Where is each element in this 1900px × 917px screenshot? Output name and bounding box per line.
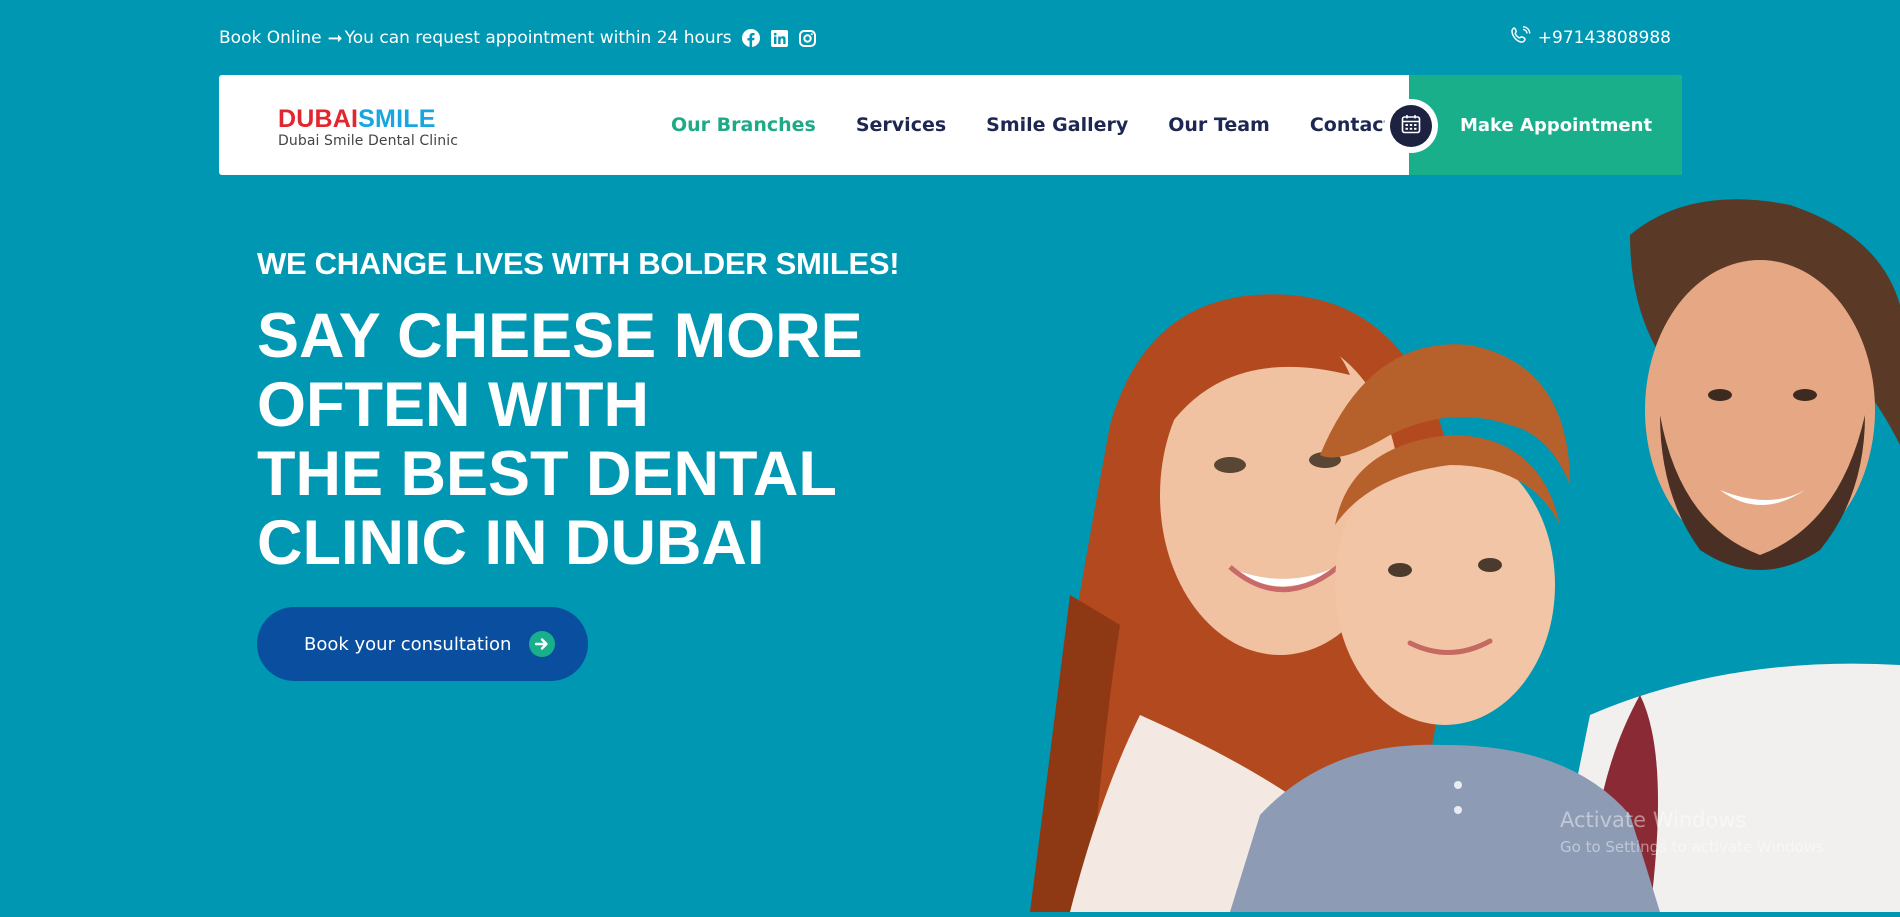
hero-headline-line: SAY CHEESE MORE (257, 301, 863, 371)
logo-subtitle: Dubai Smile Dental Clinic (278, 133, 459, 149)
book-consultation-label: Book your consultation (304, 633, 512, 655)
site-logo[interactable]: DUBAISMILE Dubai Smile Dental Clinic (278, 107, 459, 150)
windows-activation-watermark: Activate Windows Go to Settings to activ… (1560, 808, 1829, 856)
hero-headline-line: THE BEST DENTAL (257, 439, 837, 509)
appointment-request-text: You can request appointment within 24 ho… (344, 28, 732, 48)
make-appointment-button[interactable]: Make Appointment (1409, 75, 1682, 175)
phone-contact[interactable]: +97143808988 (1510, 25, 1671, 51)
appointment-badge[interactable] (1384, 99, 1438, 153)
watermark-line-1: Activate Windows (1560, 808, 1747, 832)
instagram-icon[interactable] (798, 29, 817, 48)
hero-family-photo (1030, 195, 1900, 912)
nav-item-our-branches[interactable]: Our Branches (671, 114, 816, 136)
nav-item-smile-gallery[interactable]: Smile Gallery (986, 114, 1128, 136)
top-bar: Book Online ➞ You can request appointmen… (219, 22, 1671, 54)
book-consultation-button[interactable]: Book your consultation (257, 607, 588, 681)
make-appointment-label: Make Appointment (1460, 114, 1653, 136)
logo-wordmark: DUBAISMILE (278, 107, 458, 132)
hero-headline: SAY CHEESE MORE OFTEN WITH THE BEST DENT… (257, 302, 877, 578)
phone-icon (1510, 25, 1532, 51)
logo-word-smile: SMILE (358, 105, 436, 133)
top-bar-info: Book Online ➞ You can request appointmen… (219, 28, 817, 49)
logo-word-dubai: DUBAI (278, 105, 359, 133)
main-navbar: DUBAISMILE Dubai Smile Dental Clinic Our… (219, 75, 1682, 175)
nav-item-our-team[interactable]: Our Team (1168, 114, 1270, 136)
social-links (742, 29, 817, 48)
facebook-icon[interactable] (742, 29, 761, 48)
linkedin-icon[interactable] (770, 29, 789, 48)
hero-headline-line: CLINIC IN DUBAI (257, 508, 765, 578)
hero-headline-line: OFTEN WITH (257, 370, 649, 440)
calendar-icon (1400, 113, 1422, 140)
phone-number[interactable]: +97143808988 (1538, 28, 1671, 48)
book-online-text: Book Online (219, 28, 322, 48)
nav-item-services[interactable]: Services (856, 114, 946, 136)
hero-tagline: WE CHANGE LIVES WITH BOLDER SMILES! (257, 246, 900, 281)
primary-nav: Our Branches Services Smile Gallery Our … (671, 75, 1426, 175)
watermark-line-2: Go to Settings to activate Windows. (1560, 838, 1829, 856)
arrow-right-icon: ➞ (327, 27, 343, 49)
arrow-circle-right-icon (529, 631, 556, 657)
